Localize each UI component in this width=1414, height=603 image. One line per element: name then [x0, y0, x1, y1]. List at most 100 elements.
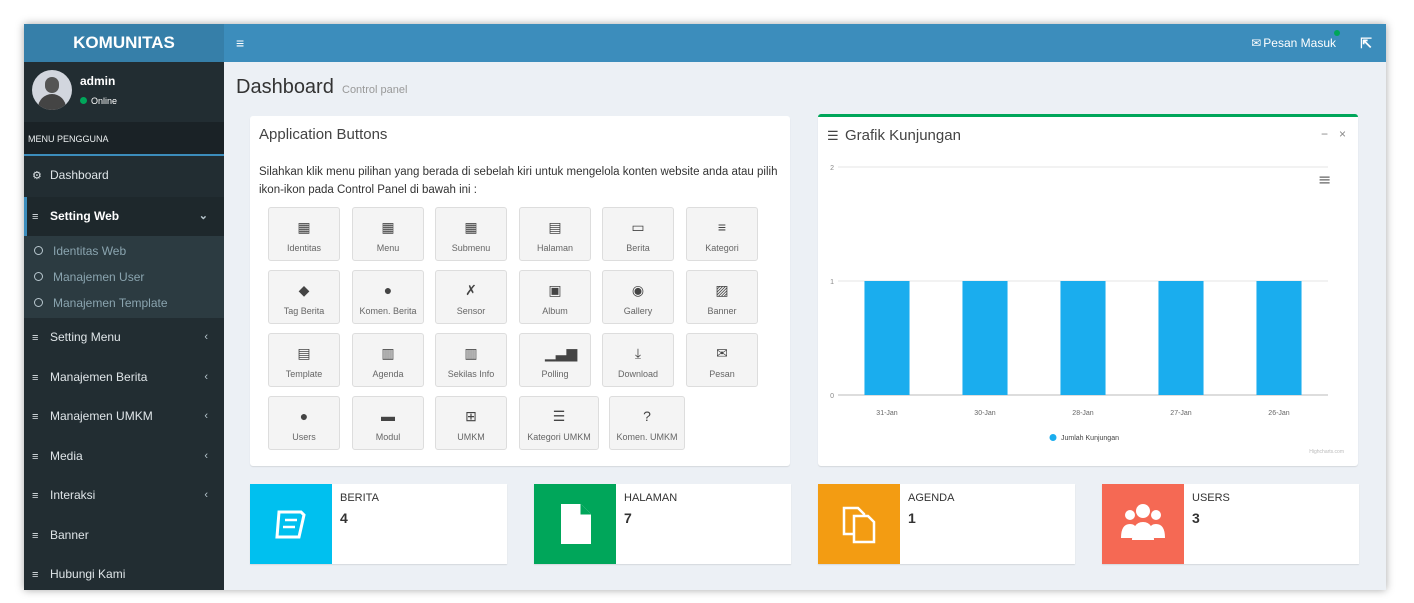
chart-credit: Highcharts.com — [1309, 449, 1344, 455]
circle-icon — [34, 272, 43, 281]
circle-icon — [34, 298, 43, 307]
cart-icon: ⊞ — [465, 408, 477, 424]
file-icon: ▤ — [548, 219, 562, 235]
info-box-label: AGENDA — [908, 492, 955, 504]
app-button-template[interactable]: ▤ Template — [268, 333, 340, 387]
app-button-kategori[interactable]: ≡ Kategori — [686, 207, 758, 261]
image-icon: ▣ — [548, 282, 562, 298]
question-icon: ? — [643, 408, 651, 424]
list-icon: ≡ — [32, 569, 39, 581]
chevron-left-icon: ‹ — [204, 410, 208, 422]
calendar-icon: ▥ — [464, 345, 478, 361]
sidebar-item-interaksi[interactable]: ≡ Interaksi ‹ — [24, 476, 224, 515]
app-button-menu[interactable]: ▦ Menu — [352, 207, 424, 261]
bars-icon: ≡ — [717, 219, 727, 235]
box-title: Application Buttons — [259, 126, 388, 143]
page-title: Dashboard — [236, 76, 334, 98]
application-buttons-box: Application Buttons Silahkan klik menu p… — [250, 116, 790, 466]
menu-header: MENU PENGGUNA — [24, 122, 224, 156]
app-button-identitas[interactable]: ▦ Identitas — [268, 207, 340, 261]
mute-icon: ✗ — [465, 282, 477, 298]
chart-box: ☰ Grafik Kunjungan − × 0 1 2 31-Jan 30-Jan 28-… — [818, 114, 1358, 466]
chart-bar — [864, 281, 910, 395]
app-button-gallery[interactable]: ◉ Gallery — [602, 270, 674, 324]
intro-text: Silahkan klik menu pilihan yang berada d… — [259, 166, 778, 196]
camera-icon: ◉ — [631, 282, 645, 298]
content-area: Dashboard Control panel Application Butt… — [224, 62, 1386, 590]
info-box-label: BERITA — [340, 492, 379, 504]
file-icon: ▤ — [297, 345, 311, 361]
app-button-banner[interactable]: ▨ Banner — [686, 270, 758, 324]
app-button-sekilas-info[interactable]: ▥ Sekilas Info — [435, 333, 507, 387]
minimize-icon[interactable]: − — [1321, 127, 1328, 141]
online-status-icon — [80, 97, 87, 104]
book-icon — [275, 510, 306, 539]
app-button-users[interactable]: ● Users — [268, 396, 340, 450]
sidebar-subitem-manajemen-user[interactable]: Manajemen User — [24, 264, 224, 291]
chevron-left-icon: ‹ — [204, 331, 208, 343]
app-button-download[interactable]: ⤓ Download — [602, 333, 674, 387]
page-subtitle: Control panel — [342, 84, 408, 96]
app-button-tag-berita[interactable]: ◆ Tag Berita — [268, 270, 340, 324]
app-logo[interactable]: KOMUNITAS — [24, 24, 224, 62]
info-box-value: 3 — [1192, 510, 1200, 526]
grid-icon: ▦ — [464, 219, 478, 235]
info-box-label: HALAMAN — [624, 492, 678, 504]
info-box-halaman[interactable]: HALAMAN 7 — [534, 484, 791, 564]
comments-icon: ● — [383, 282, 393, 298]
users-icon: ● — [299, 408, 309, 424]
close-icon[interactable]: × — [1339, 127, 1346, 141]
app-button-komen-umkm[interactable]: ? Komen. UMKM — [609, 396, 685, 450]
list-icon: ≡ — [32, 211, 39, 223]
legend-marker — [1049, 434, 1057, 441]
sidebar-item-media[interactable]: ≡ Media ‹ — [24, 437, 224, 476]
dashboard-icon: ⚙ — [32, 170, 42, 182]
app-button-halaman[interactable]: ▤ Halaman — [519, 207, 591, 261]
app-button-album[interactable]: ▣ Album — [519, 270, 591, 324]
info-box-icon-bg — [1102, 484, 1184, 564]
sidebar-toggle-icon[interactable]: ≡ — [236, 24, 244, 62]
messages-link[interactable]: ✉ Pesan Masuk — [1251, 24, 1336, 62]
sidebar-item-manajemen-umkm[interactable]: ≡ Manajemen UMKM ‹ — [24, 397, 224, 436]
app-button-modul[interactable]: ▬ Modul — [352, 396, 424, 450]
sidebar-item-setting-menu[interactable]: ≡ Setting Menu ‹ — [24, 318, 224, 357]
info-box-value: 4 — [340, 510, 348, 526]
chart-menu-icon[interactable]: ≡ — [1318, 170, 1331, 189]
list-icon: ≡ — [32, 451, 39, 463]
info-box-users[interactable]: USERS 3 — [1102, 484, 1359, 564]
app-button-kategori-umkm[interactable]: ☰ Kategori UMKM — [519, 396, 599, 450]
list-icon: ≡ — [32, 490, 39, 502]
sidebar-subitem-manajemen-template[interactable]: Manajemen Template — [24, 290, 224, 317]
sidebar: admin Online MENU PENGGUNA ⚙ Dashboard ≡ S… — [24, 62, 224, 590]
sidebar-item-manajemen-berita[interactable]: ≡ Manajemen Berita ‹ — [24, 358, 224, 397]
x-tick-label: 31-Jan — [876, 410, 898, 417]
x-tick-label: 30-Jan — [974, 410, 996, 417]
tag-icon: ◆ — [298, 282, 310, 298]
app-button-komen-berita[interactable]: ● Komen. Berita — [352, 270, 424, 324]
info-box-value: 1 — [908, 510, 916, 526]
app-button-agenda[interactable]: ▥ Agenda — [352, 333, 424, 387]
chevron-left-icon: ‹ — [204, 371, 208, 383]
copy-icon — [842, 506, 876, 544]
circle-icon — [34, 246, 43, 255]
sidebar-item-hubungi-kami[interactable]: ≡ Hubungi Kami — [24, 555, 224, 590]
sidebar-item-banner[interactable]: ≡ Banner — [24, 516, 224, 555]
list-icon: ☰ — [552, 408, 566, 424]
avatar — [32, 70, 72, 110]
external-link-icon[interactable]: ⇱ — [1360, 24, 1372, 62]
list-icon: ≡ — [32, 332, 39, 344]
sidebar-subitem-identitas-web[interactable]: Identitas Web — [24, 238, 224, 265]
app-button-submenu[interactable]: ▦ Submenu — [435, 207, 507, 261]
app-button-berita[interactable]: ▭ Berita — [602, 207, 674, 261]
app-button-sensor[interactable]: ✗ Sensor — [435, 270, 507, 324]
info-box-berita[interactable]: BERITA 4 — [250, 484, 507, 564]
top-navbar: KOMUNITAS ≡ ✉ Pesan Masuk ⇱ — [24, 24, 1386, 62]
info-box-agenda[interactable]: AGENDA 1 — [818, 484, 1075, 564]
app-button-pesan[interactable]: ✉ Pesan — [686, 333, 758, 387]
app-button-umkm[interactable]: ⊞ UMKM — [435, 396, 507, 450]
x-tick-label: 27-Jan — [1170, 410, 1192, 417]
file-icon — [561, 504, 591, 544]
sidebar-item-dashboard[interactable]: ⚙ Dashboard — [24, 156, 224, 195]
app-button-polling[interactable]: ▁▃▆ Polling — [519, 333, 591, 387]
sidebar-item-setting-web[interactable]: ≡ Setting Web ⌄ — [24, 197, 224, 236]
